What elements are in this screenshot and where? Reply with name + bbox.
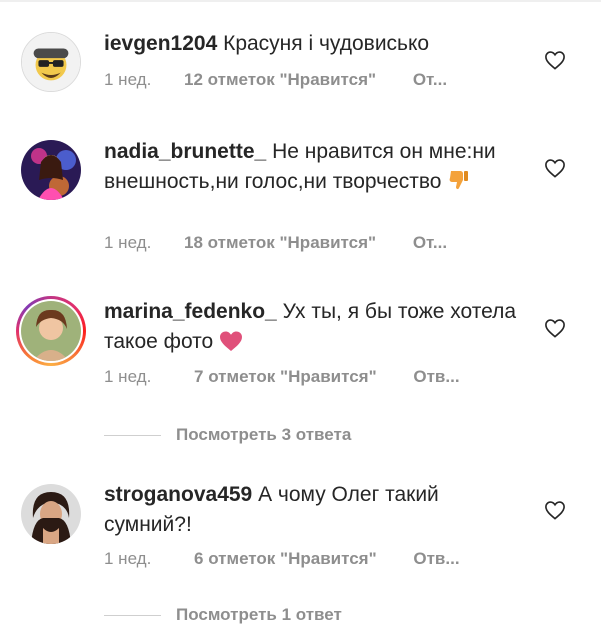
- story-ring[interactable]: [16, 296, 86, 366]
- comment-text: marina_fedenko_ Ух ты, я бы тоже хотела …: [104, 297, 524, 361]
- comment-likes[interactable]: 18 отметок "Нравится": [184, 233, 376, 252]
- replies-divider: [104, 435, 161, 436]
- thumbs-down-emoji: [447, 168, 471, 201]
- heart-outline-icon[interactable]: [544, 500, 566, 520]
- replies-divider: [104, 615, 161, 616]
- comment-likes[interactable]: 12 отметок "Нравится": [184, 70, 376, 89]
- comment-meta: 1 нед. 12 отметок "Нравится" От...: [104, 70, 447, 90]
- comment-body: Красуня і чудовисько: [223, 32, 430, 55]
- avatar[interactable]: [21, 140, 81, 200]
- comment-time: 1 нед.: [104, 549, 152, 568]
- comment-meta: 1 нед. 6 отметок "Нравится" Отв...: [104, 549, 460, 569]
- comment-time: 1 нед.: [104, 367, 152, 386]
- comment-text: stroganova459 А чому Олег такий сумний?!: [104, 480, 524, 540]
- avatar[interactable]: [21, 484, 81, 544]
- comment-text: ievgen1204 Красуня і чудовисько: [104, 29, 524, 59]
- comment-username[interactable]: ievgen1204: [104, 32, 217, 55]
- reply-button[interactable]: От...: [413, 233, 447, 252]
- comment-time: 1 нед.: [104, 70, 152, 89]
- view-replies-label[interactable]: Посмотреть 3 ответа: [176, 425, 351, 445]
- comment-text: nadia_brunette_ Не нравится он мне:ни вн…: [104, 137, 524, 201]
- comment-username[interactable]: stroganova459: [104, 483, 252, 506]
- comment-meta: 1 нед. 18 отметок "Нравится" От...: [104, 233, 447, 253]
- heart-emoji: [219, 330, 243, 361]
- heart-outline-icon[interactable]: [544, 318, 566, 338]
- view-replies-label[interactable]: Посмотреть 1 ответ: [176, 605, 342, 625]
- comment-likes[interactable]: 6 отметок "Нравится": [194, 549, 377, 568]
- comment-time: 1 нед.: [104, 233, 152, 252]
- reply-button[interactable]: От...: [413, 70, 447, 89]
- comment-likes[interactable]: 7 отметок "Нравится": [194, 367, 377, 386]
- heart-outline-icon[interactable]: [544, 158, 566, 178]
- avatar[interactable]: [21, 32, 81, 92]
- comment-meta: 1 нед. 7 отметок "Нравится" Отв...: [104, 367, 460, 387]
- reply-button[interactable]: Отв...: [413, 367, 459, 386]
- avatar[interactable]: [21, 301, 81, 361]
- reply-button[interactable]: Отв...: [413, 549, 459, 568]
- top-divider: [0, 0, 601, 2]
- heart-outline-icon[interactable]: [544, 50, 566, 70]
- comment-username[interactable]: nadia_brunette_: [104, 140, 266, 163]
- comment-username[interactable]: marina_fedenko_: [104, 300, 277, 323]
